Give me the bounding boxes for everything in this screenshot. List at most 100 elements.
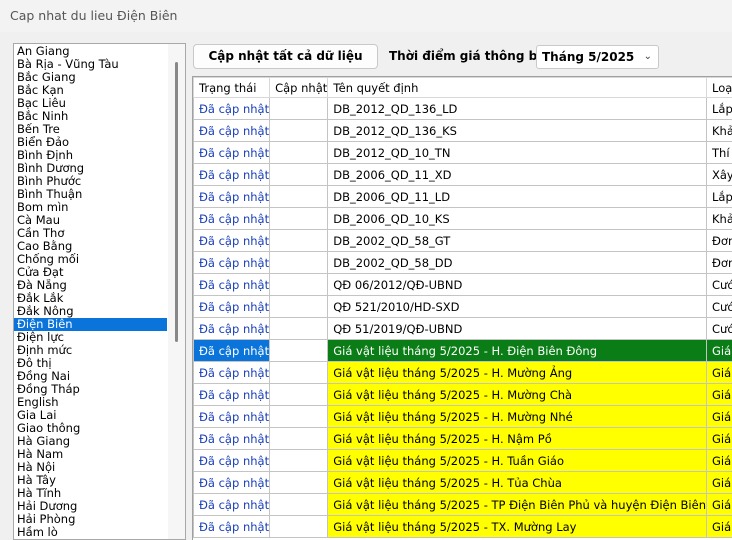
province-item[interactable]: Đắk Lắk: [14, 292, 167, 305]
update-cell[interactable]: [269, 119, 329, 142]
table-row[interactable]: Đã cập nhật QĐ 06/2012/QĐ-UBNDCước ô tô: [193, 273, 732, 296]
province-item[interactable]: Bắc Kạn: [14, 84, 167, 97]
type-cell: Đơn giá: [706, 229, 732, 252]
table-row[interactable]: Đã cập nhật DB_2006_QD_10_KSKhảo sát: [193, 207, 732, 230]
table-row[interactable]: Đã cập nhật Giá vật liệu tháng 5/2025 - H…: [193, 427, 732, 450]
update-cell[interactable]: [269, 383, 329, 406]
update-cell[interactable]: [269, 339, 329, 362]
type-cell: Giá thông báo: [706, 339, 732, 362]
update-cell[interactable]: [269, 141, 329, 164]
update-cell[interactable]: [269, 229, 329, 252]
header-status[interactable]: Trạng thái: [193, 77, 271, 98]
province-item[interactable]: Đắk Nông: [14, 305, 167, 318]
month-select[interactable]: Tháng 5/2025 ⌄: [536, 45, 659, 69]
table-row[interactable]: Đã cập nhật Giá vật liệu tháng 5/2025 - H…: [193, 449, 732, 472]
province-item[interactable]: English: [14, 396, 167, 409]
update-cell[interactable]: [269, 515, 329, 538]
province-item[interactable]: Bà Rịa - Vũng Tàu: [14, 58, 167, 71]
status-cell: Đã cập nhật: [193, 207, 271, 230]
province-list-scrollbar[interactable]: [168, 44, 185, 539]
province-item[interactable]: Điện Biên: [14, 318, 167, 331]
update-cell[interactable]: [269, 493, 329, 516]
decision-name-cell: Giá vật liệu tháng 5/2025 - H. Nậm Pồ: [327, 427, 707, 450]
decision-name-cell: Giá vật liệu tháng 5/2025 - TP Điện Biên…: [327, 493, 707, 516]
table-row[interactable]: Đã cập nhật Giá vật liệu tháng 5/2025 - H…: [193, 383, 732, 406]
table-row[interactable]: Đã cập nhật DB_2002_QD_58_DDĐơn giá: [193, 251, 732, 274]
province-item[interactable]: Đồng Nai: [14, 370, 167, 383]
province-item[interactable]: Gia Lai: [14, 409, 167, 422]
table-row[interactable]: Đã cập nhật DB_2006_QD_11_LDLắp đặt: [193, 185, 732, 208]
province-item[interactable]: Cửa Đạt: [14, 266, 167, 279]
province-item[interactable]: Bến Tre: [14, 123, 167, 136]
province-item[interactable]: Bạc Liêu: [14, 97, 167, 110]
type-cell: Lắp đặt: [706, 97, 732, 120]
table-row[interactable]: Đã cập nhật Giá vật liệu tháng 5/2025 - H…: [193, 405, 732, 428]
table-row[interactable]: Đã cập nhật DB_2002_QD_58_GTĐơn giá: [193, 229, 732, 252]
province-item[interactable]: Bình Dương: [14, 162, 167, 175]
province-item[interactable]: Chống mối: [14, 253, 167, 266]
province-item[interactable]: An Giang: [14, 45, 167, 58]
update-cell[interactable]: [269, 449, 329, 472]
table-row[interactable]: Đã cập nhật QĐ 51/2019/QĐ-UBNDCước ô tô: [193, 317, 732, 340]
update-cell[interactable]: [269, 97, 329, 120]
type-cell: Khảo sát: [706, 207, 732, 230]
province-item[interactable]: Hà Giang: [14, 435, 167, 448]
province-item[interactable]: Hầm lò: [14, 526, 167, 539]
province-item[interactable]: Đô thị: [14, 357, 167, 370]
province-item[interactable]: Hải Dương: [14, 500, 167, 513]
province-item[interactable]: Hà Tĩnh: [14, 487, 167, 500]
header-update[interactable]: Cập nhật: [269, 77, 329, 98]
decision-name-cell: Giá vật liệu tháng 5/2025 - H. Tủa Chùa: [327, 471, 707, 494]
decision-grid[interactable]: Trạng thái Cập nhật Tên quyết định Loại …: [192, 76, 732, 540]
province-item[interactable]: Hà Tây: [14, 474, 167, 487]
province-item[interactable]: Bình Định: [14, 149, 167, 162]
province-item[interactable]: Biển Đảo: [14, 136, 167, 149]
province-item[interactable]: Bắc Giang: [14, 71, 167, 84]
update-all-button[interactable]: Cập nhật tất cả dữ liệu: [193, 44, 378, 69]
header-type[interactable]: Loại: [706, 77, 732, 98]
table-row[interactable]: Đã cập nhật Giá vật liệu tháng 5/2025 - T…: [193, 493, 732, 516]
update-cell[interactable]: [269, 361, 329, 384]
update-cell[interactable]: [269, 317, 329, 340]
province-item[interactable]: Hà Nội: [14, 461, 167, 474]
province-item[interactable]: Điện lực: [14, 331, 167, 344]
province-item[interactable]: Đà Nẵng: [14, 279, 167, 292]
province-item[interactable]: Định mức: [14, 344, 167, 357]
province-item[interactable]: Hà Nam: [14, 448, 167, 461]
table-row[interactable]: Đã cập nhật Giá vật liệu tháng 5/2025 - H…: [193, 471, 732, 494]
update-cell[interactable]: [269, 185, 329, 208]
update-cell[interactable]: [269, 405, 329, 428]
province-item[interactable]: Bom mìn: [14, 201, 167, 214]
update-cell[interactable]: [269, 251, 329, 274]
update-cell[interactable]: [269, 471, 329, 494]
table-row[interactable]: Đã cập nhật QĐ 521/2010/HD-SXDCước bộ: [193, 295, 732, 318]
table-row[interactable]: Đã cập nhật DB_2012_QD_136_LDLắp đặt: [193, 97, 732, 120]
table-row[interactable]: Đã cập nhật Giá vật liệu tháng 5/2025 - T…: [193, 515, 732, 538]
province-item[interactable]: Hải Phòng: [14, 513, 167, 526]
update-cell[interactable]: [269, 427, 329, 450]
province-item[interactable]: Giao thông: [14, 422, 167, 435]
scrollbar-thumb[interactable]: [175, 62, 178, 342]
province-item[interactable]: Bình Phước: [14, 175, 167, 188]
province-item[interactable]: Cà Mau: [14, 214, 167, 227]
type-cell: Giá thông báo: [706, 449, 732, 472]
decision-name-cell: Giá vật liệu tháng 5/2025 - H. Mường Nhé: [327, 405, 707, 428]
province-item[interactable]: Đồng Tháp: [14, 383, 167, 396]
decision-name-cell: DB_2002_QD_58_DD: [327, 251, 707, 274]
table-row[interactable]: Đã cập nhật Giá vật liệu tháng 5/2025 - H…: [193, 361, 732, 384]
province-item[interactable]: Bắc Ninh: [14, 110, 167, 123]
update-cell[interactable]: [269, 273, 329, 296]
province-item[interactable]: Cao Bằng: [14, 240, 167, 253]
table-row[interactable]: Đã cập nhật DB_2006_QD_11_XDXây dựng: [193, 163, 732, 186]
update-cell[interactable]: [269, 207, 329, 230]
header-decision-name[interactable]: Tên quyết định: [327, 77, 707, 98]
table-row[interactable]: Đã cập nhật Giá vật liệu tháng 5/2025 - H…: [193, 339, 732, 362]
province-item[interactable]: Bình Thuận: [14, 188, 167, 201]
table-row[interactable]: Đã cập nhật DB_2012_QD_136_KSKhảo sát: [193, 119, 732, 142]
update-cell[interactable]: [269, 163, 329, 186]
update-cell[interactable]: [269, 295, 329, 318]
status-cell: Đã cập nhật: [193, 317, 271, 340]
province-list[interactable]: An Giang Bà Rịa - Vũng Tàu Bắc Giang Bắc Kạ…: [13, 43, 186, 540]
province-item[interactable]: Cần Thơ: [14, 227, 167, 240]
table-row[interactable]: Đã cập nhật DB_2012_QD_10_TNThí nghiệm vậ…: [193, 141, 732, 164]
